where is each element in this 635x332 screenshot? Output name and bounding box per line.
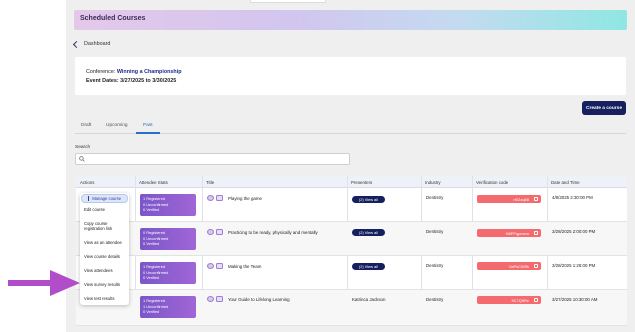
industry: Dentistry: [426, 229, 444, 234]
search-label: Search: [75, 145, 91, 150]
conference-card: Conference: Winning a Championship Event…: [75, 57, 626, 95]
col-presenters: Presenters: [351, 179, 373, 185]
menu-item-view-as-attendee[interactable]: View as an attendee: [84, 240, 128, 245]
course-title-cell: Your Guide to Lifelong Learning: [207, 296, 290, 302]
courses-table: Actions Attendee Stats Title Presenters …: [76, 176, 627, 326]
view-presenters-button[interactable]: (2) View all: [352, 229, 385, 236]
course-title-cell: Making the Team: [207, 263, 261, 269]
top-bar-stub: [250, 0, 326, 3]
survey-icon[interactable]: [216, 229, 223, 235]
view-presenters-button[interactable]: (2) View all: [352, 263, 385, 270]
conference-line: Conference: Winning a Championship: [86, 69, 182, 75]
table-row: 1 Registered 0 Unconfirmed 0 Verified Ma…: [76, 256, 627, 290]
verification-code[interactable]: 9C7Q9Rc: [477, 296, 541, 304]
manage-icon: [88, 196, 90, 201]
survey-icon[interactable]: [216, 195, 223, 201]
search-icon: [79, 156, 85, 162]
copy-icon[interactable]: [533, 196, 538, 202]
stat-verified: 0 Verified: [143, 207, 160, 213]
course-title: Practicing to be ready, physically and m…: [228, 229, 318, 235]
copy-icon[interactable]: [533, 230, 538, 236]
stat-verified: 0 Verified: [143, 241, 160, 247]
event-dates: Event Dates: 3/27/2025 to 3/30/2025: [86, 78, 177, 84]
menu-item-manage-course[interactable]: Manage course: [81, 194, 128, 203]
attendee-stats-badge: 0 Registered 0 Unconfirmed 0 Verified: [140, 228, 196, 250]
chat-icon[interactable]: [207, 263, 214, 269]
col-date-time: Date and Time: [551, 179, 580, 185]
verification-code[interactable]: rt02zq88: [477, 195, 541, 203]
chevron-left-icon: [72, 40, 81, 48]
table-header: Actions Attendee Stats Title Presenters …: [76, 176, 627, 188]
create-course-button[interactable]: Create a course: [582, 101, 626, 115]
menu-item-view-attendees[interactable]: View attendees: [84, 268, 128, 273]
course-title: Your Guide to Lifelong Learning: [228, 296, 290, 302]
page-title: Scheduled Courses: [80, 15, 146, 22]
attendee-stats-badge: 1 Registered 0 Unconfirmed 0 Verified: [140, 194, 196, 216]
menu-item-view-course-details[interactable]: View course details: [84, 254, 128, 259]
verification-code[interactable]: H8PFqpmcm: [477, 229, 541, 237]
chat-icon[interactable]: [207, 195, 214, 201]
view-presenters-button[interactable]: (2) View all: [352, 196, 385, 203]
copy-icon[interactable]: [533, 263, 538, 269]
page-banner: Scheduled Courses: [74, 10, 627, 30]
conference-prefix: Conference:: [86, 69, 116, 75]
verification-code-text: H8PFqpmcm: [505, 230, 529, 236]
course-title-cell: Practicing to be ready, physically and m…: [207, 229, 318, 235]
survey-icon[interactable]: [216, 263, 223, 269]
presenter-name: Katrinca Jackson: [352, 297, 386, 302]
verification-code-text: rt02zq88: [513, 196, 529, 202]
tab-past[interactable]: Past: [143, 123, 153, 128]
copy-icon[interactable]: [533, 297, 538, 303]
attendee-stats-badge: 1 Registered 0 Unconfirmed 0 Verified: [140, 262, 196, 284]
col-verification-code: Verification code: [476, 179, 509, 185]
verification-code-text: VaPsCW9k: [508, 263, 529, 269]
tab-draft[interactable]: Draft: [81, 123, 91, 128]
course-title-cell: Playing the game: [207, 195, 262, 201]
industry: Dentistry: [426, 195, 444, 200]
pointer-arrow-icon: [8, 270, 80, 296]
table-row: 1 Registered 0 Unconfirmed 0 Verified Pl…: [76, 188, 627, 222]
event-dates-line: Event Dates: 3/27/2025 to 3/30/2025: [86, 78, 176, 84]
course-title: Playing the game: [228, 195, 262, 201]
col-title: Title: [206, 179, 215, 185]
actions-dropdown-menu: Manage course Edit course Copy course re…: [80, 193, 129, 305]
back-link-label: Dashboard: [84, 41, 111, 47]
menu-item-view-survey-results[interactable]: View survey results: [84, 282, 128, 287]
date-time: 4/8/2025 2:30:00 PM: [552, 195, 593, 200]
search-input[interactable]: [75, 153, 350, 165]
date-time: 3/28/2025 1:25:00 PM: [552, 263, 596, 268]
stat-verified: 0 Verified: [143, 309, 160, 315]
status-tabs: Draft Upcoming Past: [75, 118, 626, 134]
verification-code-text: 9C7Q9Rc: [511, 297, 529, 303]
survey-icon[interactable]: [216, 296, 223, 302]
verification-code[interactable]: VaPsCW9k: [477, 262, 541, 270]
table-row: 0 Registered 0 Unconfirmed 0 Verified Pr…: [76, 222, 627, 256]
attendee-stats-badge: 1 Registered 1 Unconfirmed 0 Verified: [140, 296, 196, 318]
chat-icon[interactable]: [207, 229, 214, 235]
date-time: 3/27/2025 10:30:00 AM: [552, 297, 598, 302]
stat-verified: 0 Verified: [143, 275, 160, 281]
active-tab-indicator: [136, 132, 160, 134]
course-title: Making the Team: [228, 263, 262, 269]
menu-item-view-test-results[interactable]: View test results: [84, 296, 128, 301]
date-time: 3/28/2025 2:00:00 PM: [552, 229, 596, 234]
col-attendee-stats: Attendee Stats: [139, 179, 168, 185]
col-actions: Actions: [80, 179, 95, 185]
chat-icon[interactable]: [207, 296, 214, 302]
industry: Dentistry: [426, 297, 444, 302]
col-industry: Industry: [425, 179, 441, 185]
back-link[interactable]: Dashboard: [72, 40, 111, 48]
menu-item-edit-course[interactable]: Edit course: [84, 207, 128, 212]
menu-item-label: Manage course: [92, 196, 122, 201]
tab-upcoming[interactable]: Upcoming: [106, 123, 128, 128]
table-row: 1 Registered 1 Unconfirmed 0 Verified Yo…: [76, 290, 627, 326]
menu-item-copy-registration-link[interactable]: Copy course registration link: [84, 221, 128, 232]
industry: Dentistry: [426, 263, 444, 268]
conference-name: Winning a Championship: [116, 69, 182, 75]
